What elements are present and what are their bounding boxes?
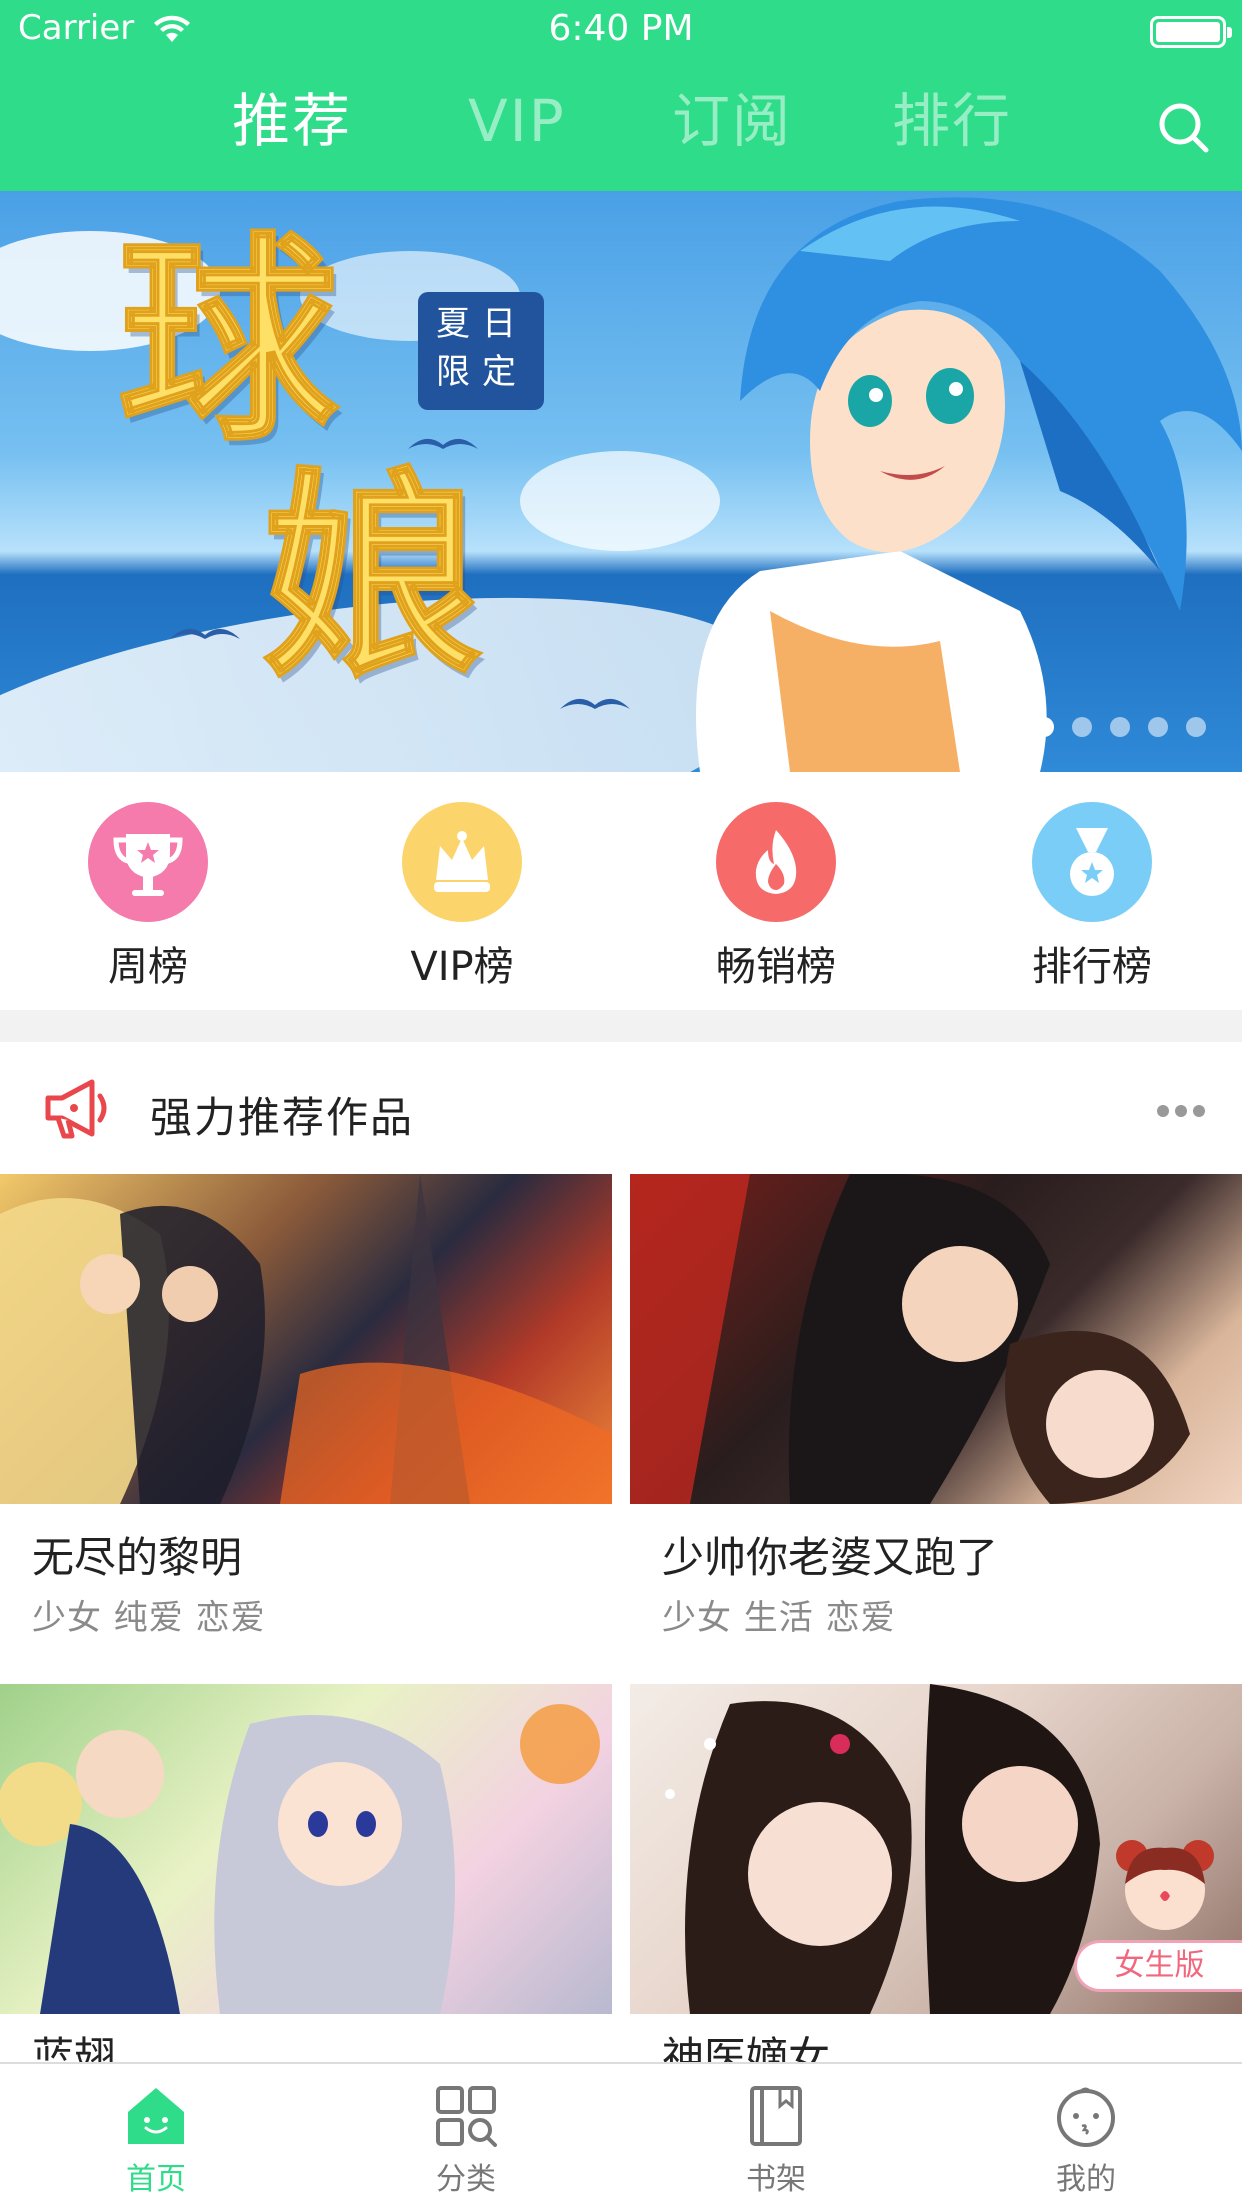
bird-icon: [560, 698, 630, 709]
rank-bestseller[interactable]: 畅销榜: [676, 802, 876, 992]
bookshelf-icon: [750, 2086, 802, 2146]
tabbar-label: 书架: [746, 2162, 806, 2197]
comic-card[interactable]: 女生版 神医嫡女: [630, 1684, 1242, 2082]
carousel-dot[interactable]: [1148, 717, 1168, 737]
banner-title-line2: 娘: [260, 447, 483, 706]
status-bar: Carrier 6:40 PM: [0, 0, 1242, 62]
tabbar-label: 首页: [126, 2162, 186, 2197]
girls-edition-badge: 女生版: [1074, 1940, 1242, 1992]
comic-title: 无尽的黎明: [32, 1533, 243, 1582]
top-tabs: 推荐 VIP 订阅 排行: [0, 76, 1242, 166]
tab-ranking[interactable]: 排行: [892, 76, 1012, 166]
cover-art: [0, 1174, 612, 1504]
comic-card[interactable]: 蓝翅: [0, 1684, 612, 2082]
status-time: 6:40 PM: [548, 8, 694, 49]
cover-art: [630, 1174, 1190, 1504]
rank-label: 周榜: [108, 944, 188, 990]
banner-title-line1: 球: [116, 211, 339, 470]
section-divider: [0, 1010, 1242, 1042]
girls-edition-badge-label: 女生版: [1114, 1948, 1205, 1983]
carousel-dot[interactable]: [1072, 717, 1092, 737]
tabbar-label: 分类: [436, 2162, 496, 2197]
banner-badge-line2: 限定: [436, 352, 528, 392]
tabbar-profile[interactable]: 我的: [986, 2084, 1186, 2204]
carousel-dot[interactable]: [1186, 717, 1206, 737]
rank-label: 畅销榜: [716, 944, 836, 990]
rank-vip[interactable]: VIP榜: [362, 802, 562, 992]
category-icon: [436, 2086, 497, 2147]
tabbar-label: 我的: [1056, 2162, 1116, 2197]
comic-cover: [630, 1174, 1242, 1504]
comic-tags: 少女 生活 恋爱: [662, 1598, 896, 1638]
comic-tags: 少女 纯爱 恋爱: [32, 1598, 266, 1638]
bottom-tab-bar: 首页 分类 书架 我的: [0, 2062, 1242, 2208]
more-dots-icon[interactable]: [1156, 1104, 1206, 1118]
carousel-dot[interactable]: [1034, 717, 1054, 737]
tab-subscribe[interactable]: 订阅: [672, 76, 792, 166]
banner-carousel[interactable]: 球 娘 夏日 限定: [0, 191, 1242, 772]
comic-cover: [0, 1174, 612, 1504]
rank-label: 排行榜: [1032, 944, 1152, 990]
comic-cover: [0, 1684, 612, 2014]
rank-weekly[interactable]: 周榜: [48, 802, 248, 992]
profile-icon: [1057, 2087, 1115, 2147]
crown-icon: [402, 802, 522, 922]
search-icon[interactable]: [1156, 100, 1212, 156]
tab-vip[interactable]: VIP: [468, 76, 566, 166]
top-bar: Carrier 6:40 PM 推荐 VIP 订阅 排行: [0, 0, 1242, 191]
carousel-dot[interactable]: [1110, 717, 1130, 737]
home-icon: [128, 2088, 184, 2144]
medal-icon: [1032, 802, 1152, 922]
carousel-dots: [1034, 717, 1212, 737]
girl-mascot-icon: [1110, 1834, 1220, 1934]
comic-title: 少帅你老婆又跑了: [662, 1533, 999, 1582]
rank-label: VIP榜: [410, 944, 514, 990]
tab-recommend[interactable]: 推荐: [232, 76, 352, 166]
trophy-icon: [88, 802, 208, 922]
tabbar-category[interactable]: 分类: [366, 2084, 566, 2204]
rank-shortcuts: 周榜 VIP榜 畅销榜 排行榜: [0, 772, 1242, 1010]
section-title: 强力推荐作品: [150, 1093, 415, 1142]
flame-icon: [716, 802, 836, 922]
comic-card[interactable]: 少帅你老婆又跑了 少女 生活 恋爱: [630, 1174, 1242, 1654]
banner-character-illustration: [696, 197, 1242, 772]
cover-art: [0, 1704, 600, 2014]
comic-card[interactable]: 无尽的黎明 少女 纯爱 恋爱: [0, 1174, 612, 1654]
banner-badge: 夏日 限定: [418, 292, 544, 410]
megaphone-icon: [45, 1079, 107, 1139]
bird-icon: [170, 628, 240, 639]
rank-overall[interactable]: 排行榜: [992, 802, 1192, 992]
section-header: 强力推荐作品: [0, 1042, 1242, 1174]
banner-badge-line1: 夏日: [436, 304, 528, 344]
home-screen: Carrier 6:40 PM 推荐 VIP 订阅 排行 球 娘 夏日 限定 周…: [0, 0, 1242, 2208]
comic-cover: 女生版: [630, 1684, 1242, 2014]
tabbar-home[interactable]: 首页: [56, 2084, 256, 2204]
battery-icon: [1150, 16, 1232, 48]
tabbar-bookshelf[interactable]: 书架: [676, 2084, 876, 2204]
